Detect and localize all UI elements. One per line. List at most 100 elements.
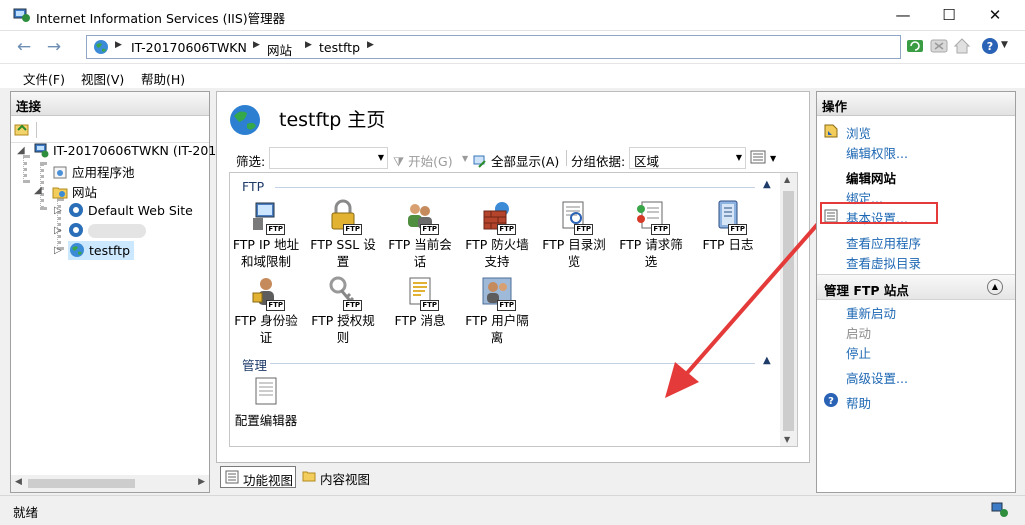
show-all-label: 全部显示(A) <box>490 154 560 169</box>
close-button[interactable]: ✕ <box>972 0 1018 31</box>
toolbar-divider <box>36 122 37 138</box>
message-icon: FTP <box>403 275 439 311</box>
tree-site-default[interactable]: Default Web Site <box>68 202 193 218</box>
address-bar[interactable]: ▶ IT-20170606TWKN ▶ 网站 ▶ testftp ▶ <box>86 35 901 59</box>
group-ftp-label: FTP <box>242 179 265 194</box>
action-start[interactable]: 启动 <box>846 323 871 342</box>
forward-button[interactable]: → <box>42 36 66 58</box>
collapse-section-icon[interactable]: ▲ <box>987 279 1003 295</box>
feature-ftp-messages[interactable]: FTP FTP 消息 <box>384 275 456 329</box>
menu-help[interactable]: 帮助(H) <box>141 69 185 88</box>
show-all-button[interactable]: 全部显示(A) <box>473 151 559 170</box>
ftp-badge: FTP <box>574 224 593 235</box>
horizontal-scrollbar[interactable]: ◀ ▶ <box>11 475 209 492</box>
tab-label: 功能视图 <box>243 473 294 488</box>
home-icon[interactable] <box>953 37 971 55</box>
back-button[interactable]: ← <box>12 36 36 58</box>
ftp-badge: FTP <box>497 300 516 311</box>
title-bar: Internet Information Services (IIS)管理器 —… <box>0 0 1025 31</box>
feature-label: 配置编辑器 <box>234 413 298 428</box>
scroll-down-icon[interactable]: ▼ <box>784 435 790 444</box>
minimize-button[interactable]: — <box>880 0 926 31</box>
blurred-label <box>88 224 146 238</box>
chevron-right-icon[interactable]: ▶ <box>305 40 312 50</box>
expand-icon[interactable]: ▷ <box>54 245 62 256</box>
manage-ftp-header[interactable]: 管理 FTP 站点 ▲ <box>817 274 1015 300</box>
chevron-right-icon[interactable]: ▶ <box>253 40 260 50</box>
connect-icon[interactable] <box>14 121 30 137</box>
menu-file[interactable]: 文件(F) <box>23 69 65 88</box>
tree-connector <box>23 155 27 183</box>
action-help[interactable]: 帮助 <box>846 393 871 412</box>
tree-sites[interactable]: 网站 <box>52 182 97 201</box>
start-button[interactable]: ⧩ 开始(G) <box>393 151 453 170</box>
action-stop[interactable]: 停止 <box>846 343 871 362</box>
user-isolation-icon: FTP <box>480 275 516 311</box>
chevron-right-icon[interactable]: ▶ <box>367 40 374 50</box>
start-label: 开始(G) <box>408 154 453 169</box>
action-view-applications[interactable]: 查看应用程序 <box>846 233 921 252</box>
collapse-sites-icon[interactable]: ◢ <box>34 185 42 196</box>
feature-ftp-ssl[interactable]: FTP FTP SSL 设置 <box>307 199 379 270</box>
collapse-server-icon[interactable]: ◢ <box>17 145 25 156</box>
feature-ftp-dir-browsing[interactable]: FTP FTP 目录浏览 <box>538 199 610 270</box>
expand-icon[interactable]: ▷ <box>54 205 62 216</box>
action-edit-permissions[interactable]: 编辑权限... <box>846 143 908 162</box>
feature-ftp-authentication[interactable]: FTP FTP 身份验证 <box>230 275 302 346</box>
tab-content-view[interactable]: 内容视图 <box>298 466 372 488</box>
maximize-button[interactable]: ☐ <box>926 0 972 31</box>
tree-server-label: IT-20170606TWKN (IT-201 <box>53 143 217 158</box>
refresh-icon[interactable] <box>906 37 924 55</box>
feature-label: FTP 用户隔离 <box>465 313 529 345</box>
group-by-select[interactable]: 区域 ▼ <box>629 147 746 169</box>
svg-text:?: ? <box>987 40 993 53</box>
action-advanced-settings[interactable]: 高级设置... <box>846 368 908 387</box>
tree-site-testftp[interactable]: testftp <box>68 241 135 260</box>
network-status-icon <box>991 502 1008 517</box>
feature-ftp-authorization[interactable]: FTP FTP 授权规则 <box>307 275 379 346</box>
feature-ftp-firewall[interactable]: FTP FTP 防火墙支持 <box>461 199 533 270</box>
action-browse[interactable]: 浏览 <box>846 123 871 142</box>
help-icon[interactable]: ? <box>981 37 999 55</box>
window-title: Internet Information Services (IIS)管理器 <box>36 11 286 26</box>
dropdown-arrow-icon[interactable]: ▼ <box>378 153 384 162</box>
view-dropdown-icon[interactable]: ▼ <box>770 154 776 163</box>
show-all-icon <box>473 155 486 168</box>
user-lock-icon: FTP <box>249 275 285 311</box>
action-view-virtual-dirs[interactable]: 查看虚拟目录 <box>846 253 921 272</box>
breadcrumb-server[interactable]: IT-20170606TWKN <box>131 40 247 55</box>
scrollbar-thumb[interactable] <box>28 479 135 488</box>
feature-label: FTP IP 地址和域限制 <box>232 237 300 269</box>
feature-ftp-ip-restrictions[interactable]: FTP FTP IP 地址和域限制 <box>230 199 302 270</box>
users-icon: FTP <box>403 199 439 235</box>
scroll-up-icon[interactable]: ▲ <box>784 175 790 184</box>
view-mode-button[interactable]: ▼ <box>750 149 776 164</box>
scroll-left-icon[interactable]: ◀ <box>15 477 22 487</box>
stop-icon[interactable] <box>930 37 948 55</box>
tree-app-pools[interactable]: 应用程序池 <box>52 162 135 181</box>
tree-server[interactable]: IT-20170606TWKN (IT-201 <box>33 142 216 158</box>
help-dropdown-icon[interactable]: ▼ <box>1001 40 1008 50</box>
feature-config-editor[interactable]: 配置编辑器 <box>230 375 302 429</box>
annotation-arrow <box>665 216 825 398</box>
start-dropdown-icon[interactable]: ▼ <box>462 154 468 163</box>
action-restart[interactable]: 重新启动 <box>846 303 896 322</box>
breadcrumb-sites[interactable]: 网站 <box>267 40 292 59</box>
chevron-right-icon[interactable]: ▶ <box>115 40 122 50</box>
dropdown-arrow-icon[interactable]: ▼ <box>736 153 742 162</box>
tree-sites-label: 网站 <box>72 185 98 200</box>
site-globe-icon <box>230 105 260 135</box>
menu-view[interactable]: 视图(V) <box>81 69 124 88</box>
status-bar: 就绪 <box>0 495 1025 525</box>
expand-icon[interactable]: ▷ <box>54 225 62 236</box>
scroll-right-icon[interactable]: ▶ <box>198 477 205 487</box>
toolbar-divider <box>566 150 567 166</box>
collapse-group-icon[interactable]: ▲ <box>763 179 771 190</box>
ftp-badge: FTP <box>420 224 439 235</box>
tab-features-view[interactable]: 功能视图 <box>220 466 296 488</box>
breadcrumb-testftp[interactable]: testftp <box>319 40 360 55</box>
feature-ftp-user-isolation[interactable]: FTP FTP 用户隔离 <box>461 275 533 346</box>
feature-ftp-sessions[interactable]: FTP FTP 当前会话 <box>384 199 456 270</box>
filter-input[interactable]: ▼ <box>269 147 388 169</box>
tree-site-blurred[interactable] <box>68 222 146 238</box>
